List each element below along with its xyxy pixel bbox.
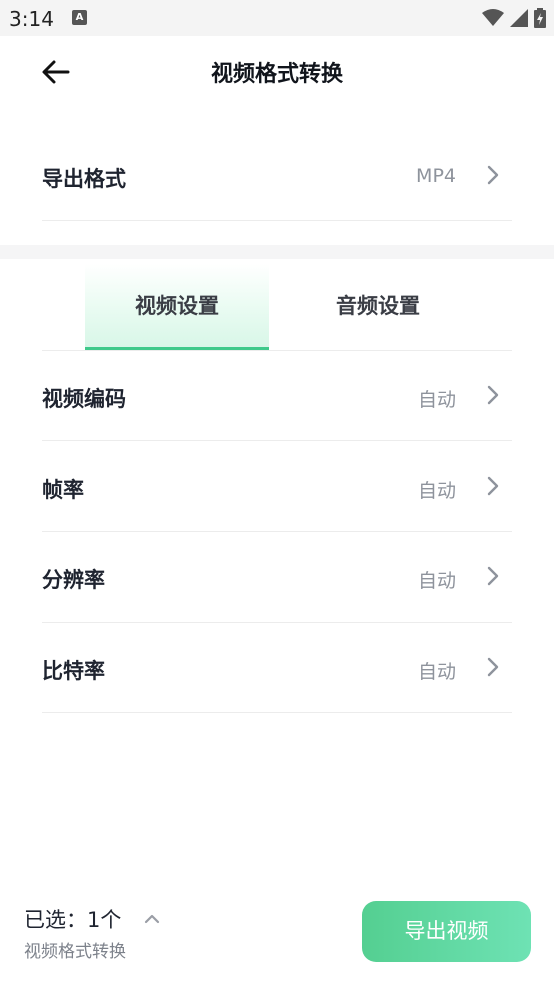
wifi-icon — [482, 9, 504, 26]
chevron-right-icon — [487, 657, 499, 677]
setting-label: 分辨率 — [42, 568, 105, 592]
export-format-row[interactable]: 导出格式 MP4 — [42, 130, 512, 221]
setting-value: 自动 — [417, 661, 456, 683]
setting-value: 自动 — [417, 389, 456, 411]
selected-count: 已选：1个 — [24, 908, 122, 932]
chevron-up-icon[interactable] — [143, 912, 161, 924]
header: 视频格式转换 — [0, 36, 554, 108]
setting-value: 自动 — [417, 570, 456, 592]
setting-label: 比特率 — [42, 659, 105, 683]
setting-value: 自动 — [417, 480, 456, 502]
setting-row-video-codec[interactable]: 视频编码 自动 — [42, 351, 512, 441]
signal-icon — [510, 9, 528, 27]
tab-video-settings-label: 视频设置 — [135, 294, 219, 318]
status-icons — [482, 7, 546, 29]
status-bar: 3:14 A — [0, 0, 554, 36]
tab-audio-settings[interactable]: 音频设置 — [286, 264, 470, 350]
setting-row-resolution[interactable]: 分辨率 自动 — [42, 532, 512, 623]
export-format-label: 导出格式 — [42, 167, 126, 191]
status-time: 3:14 — [9, 7, 54, 31]
setting-row-bitrate[interactable]: 比特率 自动 — [42, 623, 512, 713]
export-format-value: MP4 — [416, 165, 456, 187]
section-divider — [0, 245, 554, 259]
battery-icon — [534, 8, 546, 28]
notification-icon: A — [72, 10, 87, 25]
export-video-button[interactable]: 导出视频 — [362, 901, 531, 962]
page-title: 视频格式转换 — [210, 62, 343, 87]
setting-label: 帧率 — [42, 478, 84, 502]
chevron-right-icon — [487, 165, 499, 185]
setting-label: 视频编码 — [42, 387, 126, 411]
chevron-right-icon — [487, 566, 499, 586]
chevron-right-icon — [487, 476, 499, 496]
selected-subtitle: 视频格式转换 — [24, 942, 126, 962]
chevron-right-icon — [487, 385, 499, 405]
tab-audio-settings-label: 音频设置 — [336, 294, 420, 318]
setting-row-frame-rate[interactable]: 帧率 自动 — [42, 441, 512, 532]
tab-video-settings[interactable]: 视频设置 — [85, 264, 269, 350]
